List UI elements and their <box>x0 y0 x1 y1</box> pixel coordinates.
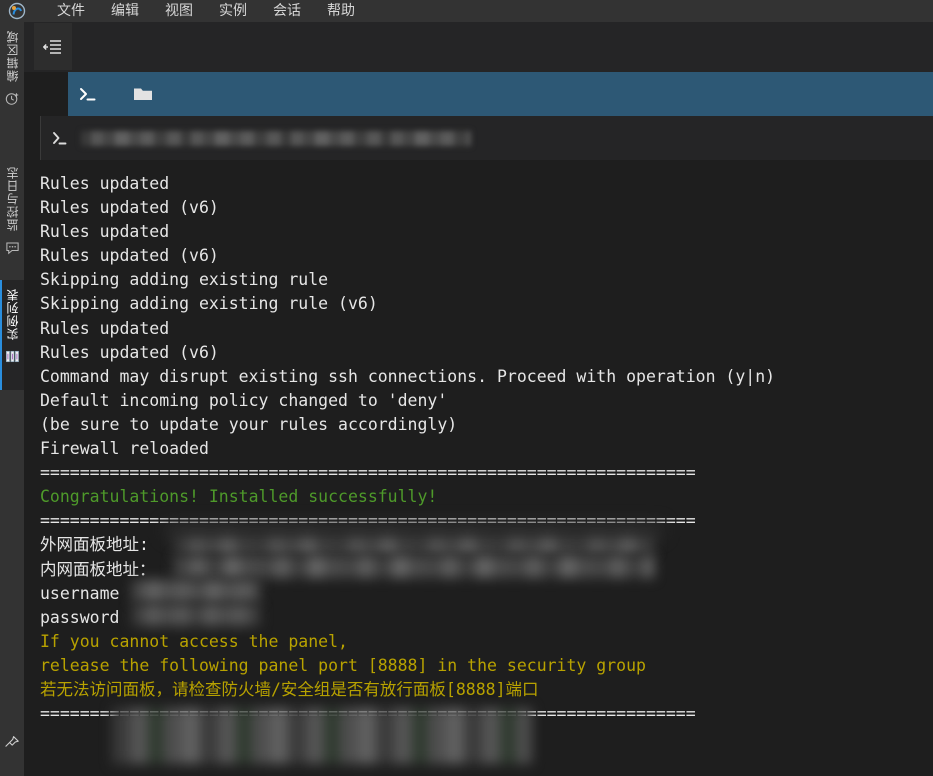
terminal-line: Congratulations! Installed successfully! <box>40 485 933 509</box>
terminal-line: ========================================… <box>40 702 933 726</box>
terminal-line: (be sure to update your rules accordingl… <box>40 413 933 437</box>
terminal-line: release the following panel port [8888] … <box>40 654 933 678</box>
menu-session[interactable]: 会话 <box>260 0 314 22</box>
command-input-value[interactable] <box>81 131 471 146</box>
sidebar-item-label: 监控与日志 <box>4 164 21 233</box>
menu-view[interactable]: 视图 <box>152 0 206 22</box>
terminal-line: Firewall reloaded <box>40 437 933 461</box>
sidebar-item-label: 实例列表 <box>4 286 21 342</box>
app-window: 文件 编辑 视图 实例 会话 帮助 编辑区域 监控与日志 <box>0 0 933 776</box>
terminal-line: Rules updated (v6) <box>40 196 933 220</box>
terminal-line: Rules updated <box>40 172 933 196</box>
terminal-line: Command may disrupt existing ssh connect… <box>40 365 933 389</box>
terminal-line: Rules updated (v6) <box>40 244 933 268</box>
terminal-line: Skipping adding existing rule (v6) <box>40 292 933 316</box>
terminal-line: password <box>40 606 933 630</box>
menu-item-list: 文件 编辑 视图 实例 会话 帮助 <box>44 0 368 22</box>
menu-file[interactable]: 文件 <box>44 0 98 22</box>
command-input-bar[interactable] <box>40 116 933 160</box>
terminal-line: Rules updated <box>40 220 933 244</box>
terminal-line: 若无法访问面板，请检查防火墙/安全组是否有放行面板[8888]端口 <box>40 678 933 702</box>
terminal-line: Skipping adding existing rule <box>40 268 933 292</box>
file-manager-button[interactable] <box>122 72 164 116</box>
app-logo-icon <box>4 1 30 21</box>
pin-icon[interactable] <box>1 732 23 754</box>
session-toolbar <box>68 72 933 116</box>
sidebar-item-monitor-log[interactable]: 监控与日志 <box>0 164 24 258</box>
terminal-prompt-button[interactable] <box>68 72 110 116</box>
terminal-line: username <box>40 582 933 606</box>
sidebar-item-label: 编辑区域 <box>4 28 21 84</box>
terminal-line: Rules updated (v6) <box>40 341 933 365</box>
terminal-line: 外网面板地址: <box>40 533 933 557</box>
columns-icon[interactable] <box>1 345 23 367</box>
menu-help[interactable]: 帮助 <box>314 0 368 22</box>
terminal-line: 内网面板地址： <box>40 558 933 582</box>
menu-edit[interactable]: 编辑 <box>98 0 152 22</box>
chat-dots-icon[interactable] <box>1 236 23 258</box>
sidebar-item-instance-list[interactable]: 实例列表 <box>0 286 24 367</box>
tab-strip <box>24 22 933 72</box>
terminal-line: ========================================… <box>40 461 933 485</box>
left-rail: 编辑区域 监控与日志 实例列表 <box>0 22 24 776</box>
terminal-output[interactable]: Rules updatedRules updated (v6)Rules upd… <box>24 160 933 776</box>
menu-bar: 文件 编辑 视图 实例 会话 帮助 <box>0 0 933 22</box>
terminal-line-list: Rules updatedRules updated (v6)Rules upd… <box>40 172 933 726</box>
clock-plus-icon[interactable] <box>1 87 23 109</box>
menu-instance[interactable]: 实例 <box>206 0 260 22</box>
terminal-line: Rules updated <box>40 317 933 341</box>
terminal-line: ========================================… <box>40 509 933 533</box>
terminal-line: If you cannot access the panel, <box>40 630 933 654</box>
terminal-line: Default incoming policy changed to 'deny… <box>40 389 933 413</box>
sidebar-item-edit-area[interactable]: 编辑区域 <box>0 28 24 109</box>
terminal-prompt-icon <box>41 116 81 160</box>
collapse-panel-icon[interactable] <box>34 23 72 70</box>
